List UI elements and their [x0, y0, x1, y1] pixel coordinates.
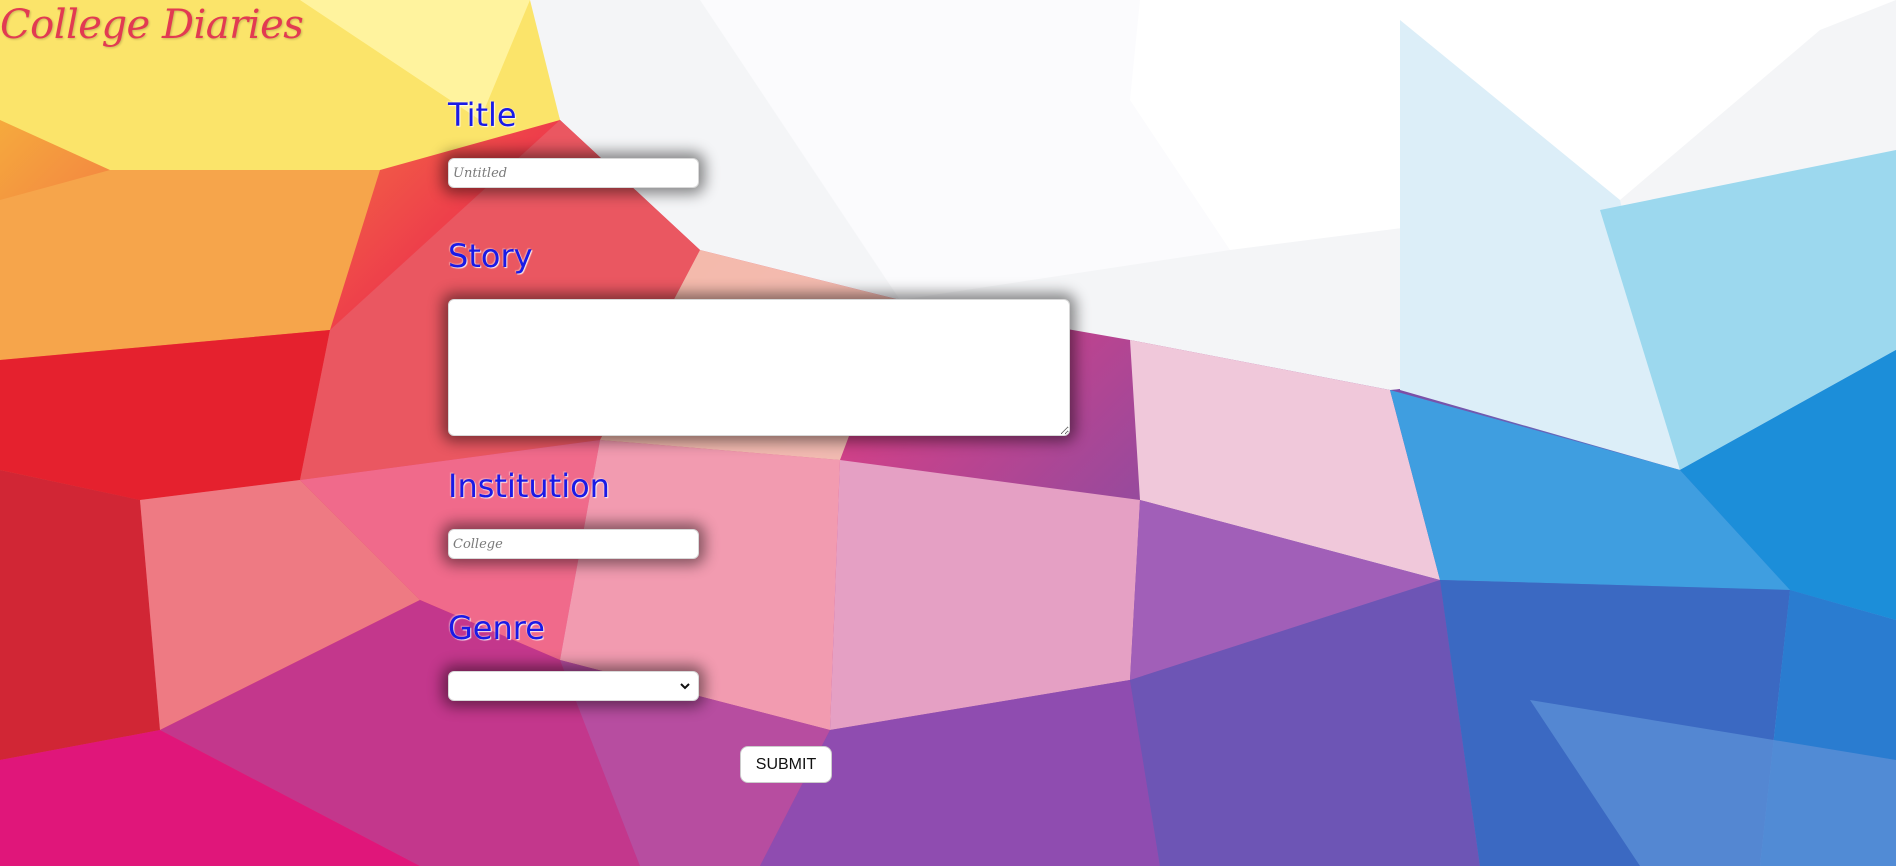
institution-input[interactable] [448, 529, 699, 559]
institution-label: Institution [448, 467, 610, 505]
title-label: Title [448, 96, 517, 134]
genre-label: Genre [448, 609, 545, 647]
story-textarea[interactable] [448, 299, 1070, 436]
submit-button[interactable]: SUBMIT [740, 746, 832, 783]
story-form: Title Story Institution Genre [448, 0, 1148, 866]
chevron-down-icon [680, 683, 690, 690]
title-input[interactable] [448, 158, 699, 188]
genre-select[interactable] [448, 671, 699, 701]
story-label: Story [448, 237, 533, 275]
site-logo[interactable]: College Diaries [0, 2, 304, 48]
